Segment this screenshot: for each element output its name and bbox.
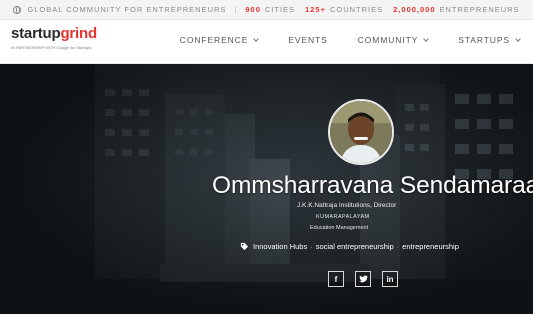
tag-icon (240, 242, 249, 251)
nav-community-label: COMMUNITY (357, 35, 419, 45)
countries-label: COUNTRIES (329, 5, 384, 14)
main-nav: CONFERENCE EVENTS COMMUNITY STARTUPS (179, 35, 521, 45)
chevron-down-icon (253, 35, 260, 42)
nav-events[interactable]: EVENTS (288, 35, 327, 45)
global-community-label: GLOBAL COMMUNITY FOR ENTREPRENEURS (27, 5, 227, 14)
startup-grind-logo[interactable]: startupgrind IN PARTNERSHIP WITH Google … (11, 25, 97, 51)
stats-separator: | (234, 5, 238, 14)
nav-conference-label: CONFERENCE (179, 35, 249, 45)
logo-partnership-text: IN PARTNERSHIP WITH Google for Startups (11, 45, 92, 50)
profile-tags: Innovation Hubs · social entrepreneurshi… (240, 242, 459, 251)
globe-icon (13, 5, 22, 14)
profile-photo (330, 101, 392, 163)
chevron-down-icon (515, 35, 521, 42)
twitter-bird-icon (358, 275, 368, 283)
profile-location: KUMARAPALAYAM (316, 214, 370, 220)
countries-count: 125+ (305, 5, 326, 14)
tag-separator: · (310, 242, 313, 251)
profile-hero: Ommsharravana Sendamaraai J.K.K.Nattraja… (0, 64, 533, 314)
logo-startup-text: startup (11, 25, 61, 42)
tag-separator: · (396, 242, 400, 251)
nav-startups[interactable]: STARTUPS (458, 35, 521, 45)
logo-grind-text: grind (60, 25, 97, 42)
entrepreneurs-label: ENTREPRENEURS (439, 5, 520, 14)
entrepreneurs-count: 2,000,000 (393, 5, 436, 14)
twitter-icon[interactable] (355, 271, 371, 287)
nav-conference[interactable]: CONFERENCE (179, 35, 260, 45)
profile-name: Ommsharravana Sendamaraai (212, 172, 533, 199)
nav-startups-label: STARTUPS (458, 35, 510, 45)
linkedin-icon[interactable]: in (382, 271, 398, 287)
social-links: f in (328, 271, 398, 287)
site-header: startupgrind IN PARTNERSHIP WITH Google … (0, 20, 533, 64)
tag-item[interactable]: social entrepreneurship (316, 242, 394, 251)
profile-industry: Education Management (310, 225, 369, 231)
avatar (328, 99, 394, 165)
profile-role: J.K.K.Nattraja Institutions, Director (297, 202, 397, 209)
chevron-down-icon (423, 35, 430, 42)
cities-label: CITIES (264, 5, 296, 14)
facebook-icon[interactable]: f (328, 271, 344, 287)
nav-events-label: EVENTS (288, 35, 328, 45)
nav-community[interactable]: COMMUNITY (357, 35, 430, 45)
stats-bar: GLOBAL COMMUNITY FOR ENTREPRENEURS | 900… (0, 0, 533, 20)
tag-item[interactable]: Innovation Hubs (253, 242, 307, 251)
tag-item[interactable]: entrepreneurship (402, 242, 459, 251)
cities-count: 900 (245, 5, 261, 14)
